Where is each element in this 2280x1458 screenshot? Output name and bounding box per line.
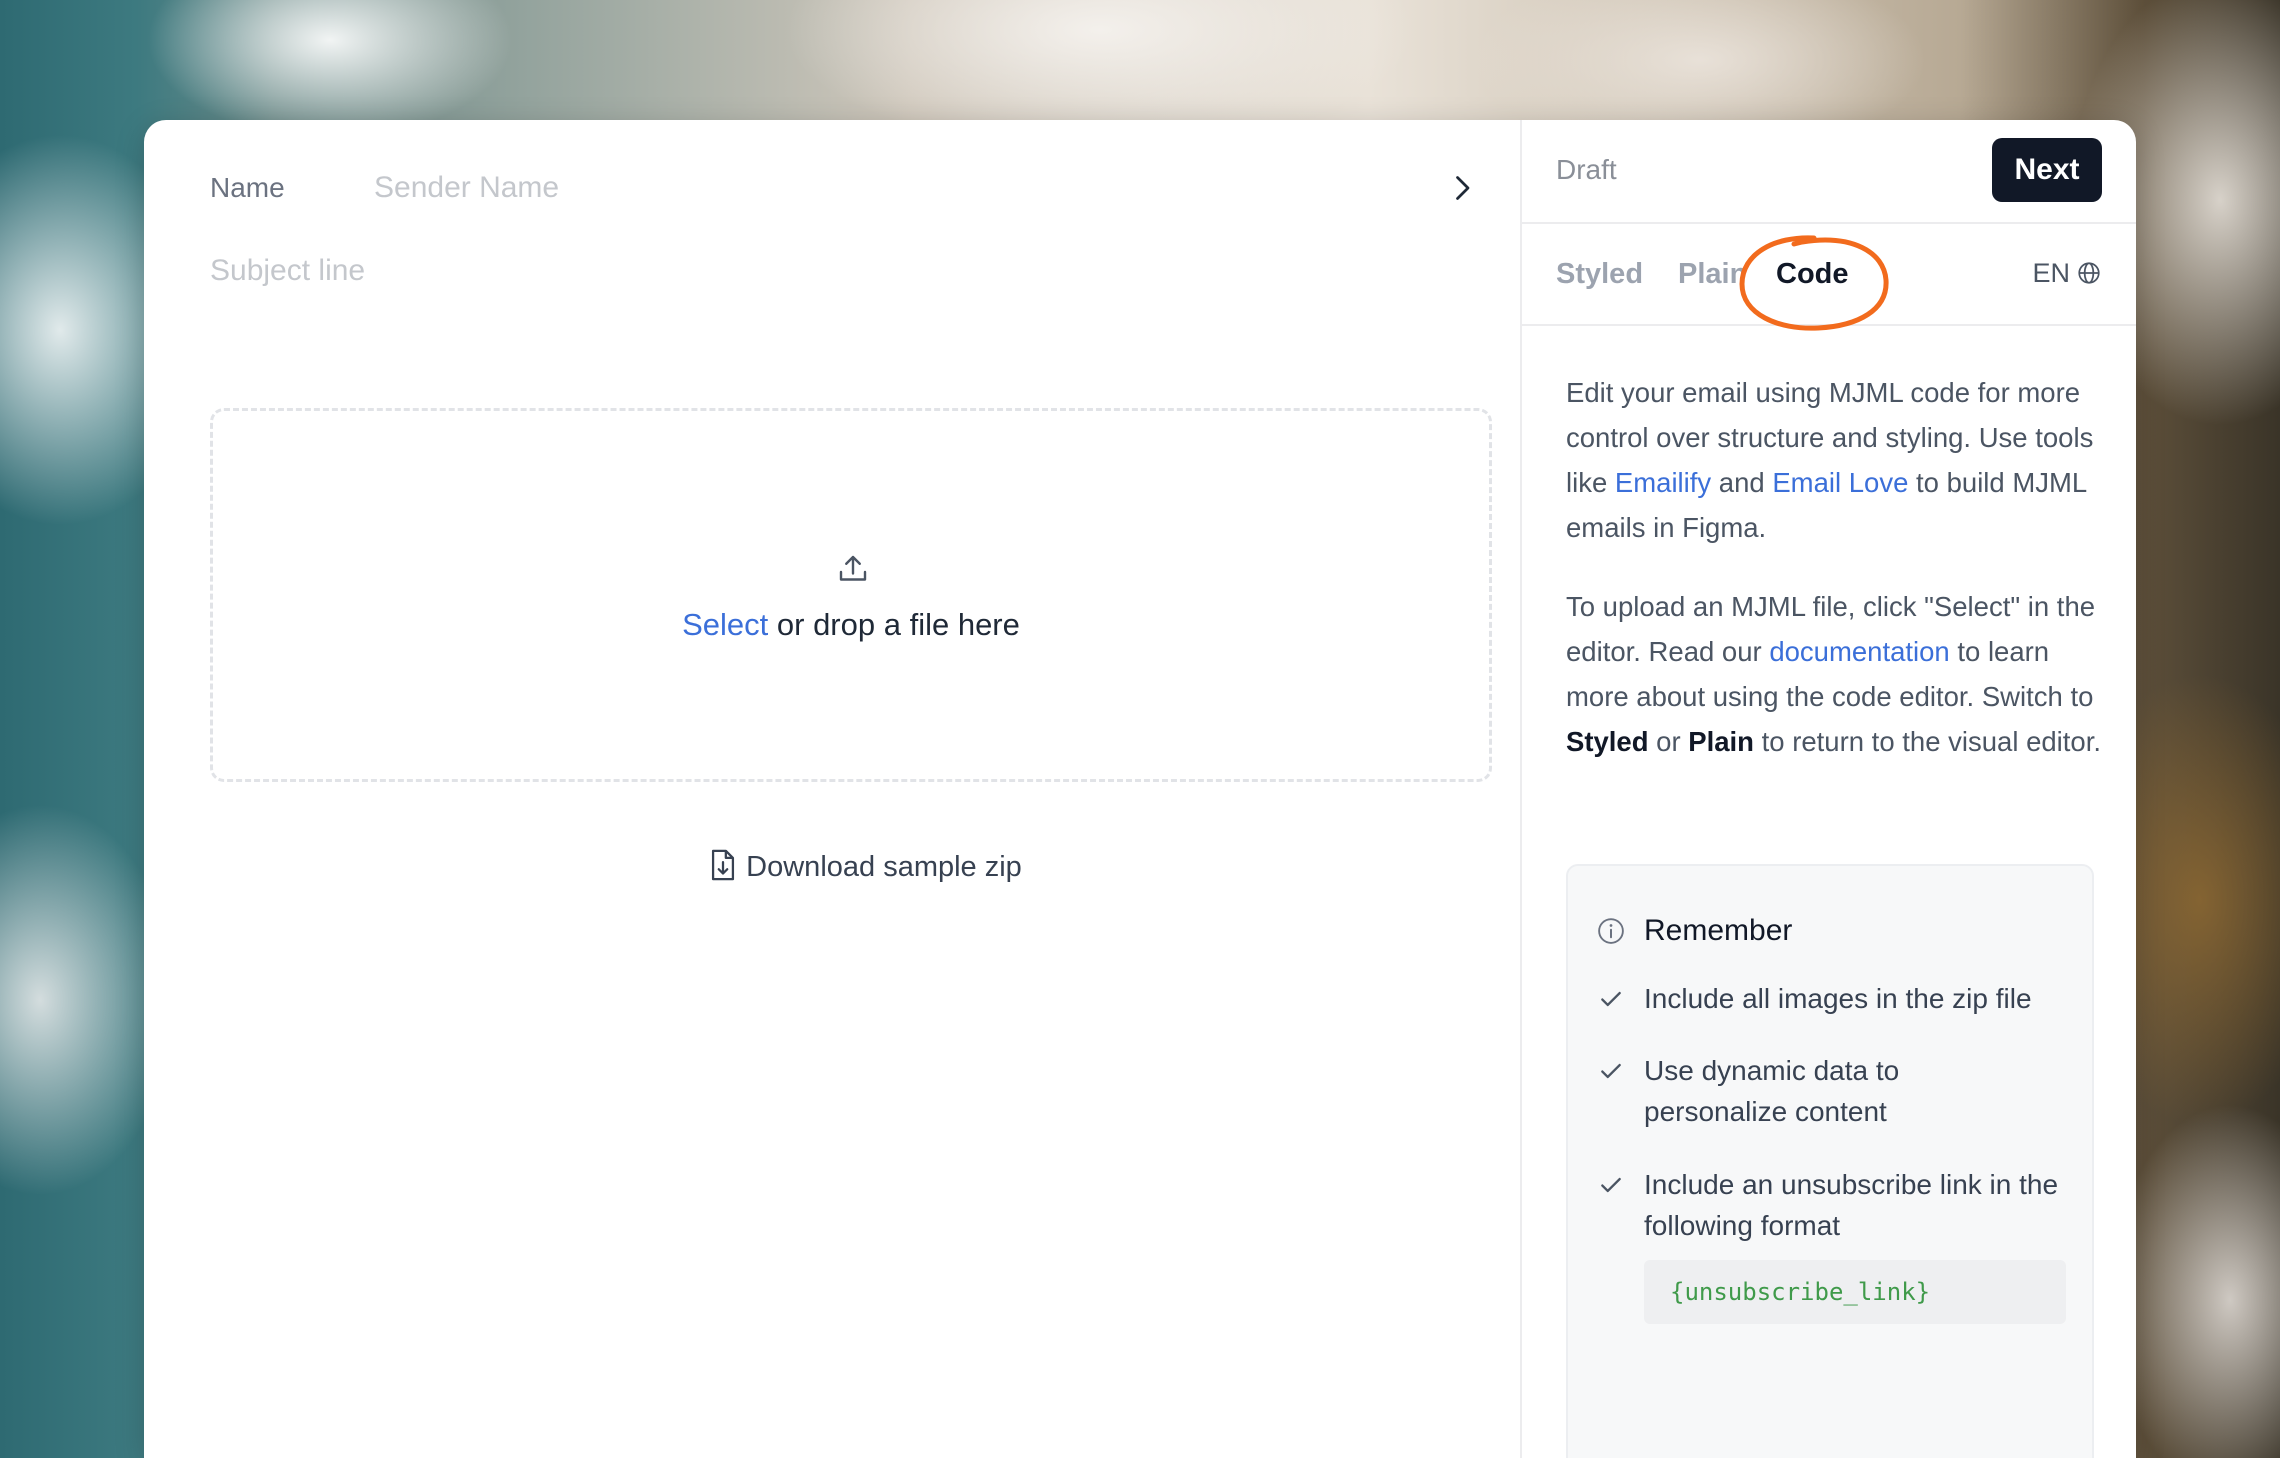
download-sample-label: Download sample zip: [746, 851, 1022, 883]
status-label: Draft: [1556, 154, 1617, 185]
description-paragraph-1: Edit your email using MJML code for more…: [1566, 370, 2106, 550]
remember-item: Include all images in the zip file: [1644, 983, 2032, 1014]
email-love-link[interactable]: Email Love: [1772, 467, 1908, 498]
upload-icon: [839, 555, 867, 581]
unsubscribe-code-snippet: {unsubscribe_link}: [1644, 1260, 2066, 1324]
name-label: Name: [210, 172, 285, 203]
description-paragraph-2: To upload an MJML file, click "Select" i…: [1566, 584, 2106, 764]
remember-box: Remember Include all images in the zip f…: [1566, 864, 2094, 1458]
plain-mention: Plain: [1688, 726, 1754, 757]
file-download-icon: [712, 849, 735, 881]
editor-card: Name Select or drop a file here Download…: [144, 120, 2136, 1458]
language-selector[interactable]: EN: [2032, 258, 2102, 289]
code-editor-description: Edit your email using MJML code for more…: [1566, 370, 2106, 798]
file-dropzone[interactable]: Select or drop a file here: [210, 408, 1492, 782]
globe-icon: [2078, 262, 2100, 284]
documentation-link[interactable]: documentation: [1769, 636, 1949, 667]
chevron-right-icon[interactable]: [1444, 170, 1480, 206]
dropzone-text: Select or drop a file here: [213, 607, 1489, 643]
dropzone-hint: or drop a file here: [768, 607, 1020, 642]
check-icon: [1601, 1177, 1621, 1193]
remember-title: Remember: [1644, 914, 1793, 947]
editor-tabs: Styled Plain Code EN: [1522, 224, 2136, 331]
check-icon: [1601, 1063, 1621, 1079]
remember-item: Use dynamic data to personalize content: [1644, 1055, 1900, 1127]
emailify-link[interactable]: Emailify: [1615, 467, 1711, 498]
subject-line-input[interactable]: [210, 240, 1410, 302]
sender-name-input[interactable]: [374, 162, 1274, 214]
next-button[interactable]: Next: [1992, 138, 2102, 202]
description-text: to return to the visual editor.: [1753, 726, 2101, 757]
sender-row: Name: [210, 158, 1480, 218]
download-sample-button[interactable]: Download sample zip: [144, 848, 1586, 884]
settings-panel: Draft Next Styled Plain Code EN Edit you…: [1520, 120, 2136, 1458]
check-icon: [1601, 991, 1621, 1007]
select-file-link[interactable]: Select: [682, 607, 768, 642]
description-text: or: [1648, 726, 1689, 757]
panel-header: Draft Next: [1522, 120, 2136, 224]
description-text: and: [1711, 467, 1773, 498]
info-icon: [1598, 918, 1624, 944]
composer-panel: Name Select or drop a file here Download…: [144, 120, 1520, 1458]
remember-item: Include an unsubscribe link in the follo…: [1644, 1169, 2059, 1241]
tab-code[interactable]: Code: [1776, 258, 1849, 291]
tab-styled[interactable]: Styled: [1556, 258, 1643, 291]
styled-mention: Styled: [1566, 726, 1649, 757]
language-label: EN: [2032, 258, 2070, 288]
